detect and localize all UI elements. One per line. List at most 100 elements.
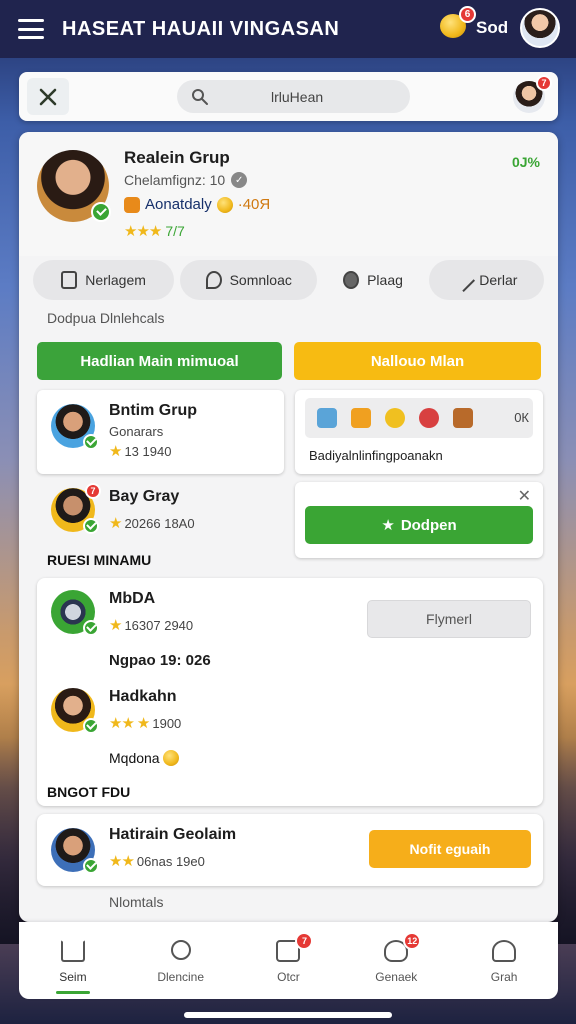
tab-bar: Nerlagem Somnloac Plaag Derlar bbox=[19, 256, 558, 304]
member-name: Hadkahn bbox=[109, 688, 177, 705]
section-heading: BNGOT FDU bbox=[47, 784, 131, 800]
nav-label: Grah bbox=[490, 969, 518, 984]
primary-button[interactable]: Hadlian Main mimuoal bbox=[37, 342, 282, 380]
accept-card: ✕ ★ Dodpen bbox=[295, 482, 543, 558]
coins-button[interactable]: 6 bbox=[440, 6, 476, 40]
member-meta-text: 1900 bbox=[152, 715, 182, 731]
tab-label: Somnloac bbox=[229, 272, 292, 288]
location-text: Aonatdaly bbox=[145, 196, 212, 213]
search-avatar[interactable]: 7 bbox=[513, 75, 552, 113]
card-meta: ★ 20266 18A0 bbox=[109, 514, 195, 532]
online-icon bbox=[91, 202, 111, 222]
pen-icon bbox=[451, 267, 476, 293]
user-label: Sod bbox=[476, 18, 509, 37]
feature-icons bbox=[305, 398, 533, 438]
group-card-1[interactable]: Bntim Grup Gonarars ★ 13 1940 bbox=[37, 390, 284, 474]
coin-icon bbox=[162, 750, 179, 766]
star-icon: ★ bbox=[109, 443, 122, 460]
nav-friends[interactable]: Dlencine bbox=[136, 938, 226, 984]
fruit-icon bbox=[419, 408, 439, 428]
member-action-button[interactable]: Flymerl bbox=[367, 600, 531, 638]
nav-badge: 7 bbox=[295, 931, 314, 950]
stars-icon: ★★ bbox=[109, 853, 135, 870]
stars-icon: ★★★ bbox=[124, 223, 162, 240]
coin-badge: 6 bbox=[459, 6, 476, 23]
home-icon bbox=[59, 938, 87, 964]
member-subtext: Ngpao 19: 026 bbox=[109, 652, 211, 669]
group-card-last[interactable]: Hatirain Geolaim ★★ 06nas 19e0 Nofit egua… bbox=[37, 814, 543, 886]
calculator-icon bbox=[317, 408, 337, 428]
app-title: HASEAT HAUAII VINGASAN bbox=[62, 17, 340, 40]
top-avatar[interactable] bbox=[520, 8, 560, 48]
online-icon bbox=[83, 718, 99, 734]
nav-profile[interactable]: Grah bbox=[459, 938, 549, 984]
nav-home[interactable]: Seim bbox=[28, 938, 118, 994]
tab-plaag[interactable]: Plaag bbox=[323, 260, 422, 300]
dismiss-icon[interactable]: ✕ bbox=[518, 486, 531, 506]
active-indicator bbox=[55, 990, 90, 994]
profile-subtitle-text: Chelamfignz: 10 bbox=[124, 172, 226, 188]
lock-icon bbox=[61, 271, 78, 289]
coin-icon bbox=[216, 196, 233, 213]
profile-avatar[interactable] bbox=[37, 150, 111, 222]
group-card-2[interactable]: 7 Bay Gray ★ 20266 18A0 bbox=[37, 482, 284, 552]
nav-chat[interactable]: 7 Otcr bbox=[243, 931, 333, 984]
search-input[interactable]: lrluHean bbox=[177, 80, 410, 113]
basket-icon bbox=[351, 408, 371, 428]
profile-card: Realein Grup Chelamfignz: 10 ✓ Aonatdaly… bbox=[19, 132, 558, 256]
profile-rating: ★★★ 7/7 bbox=[124, 222, 185, 240]
avatar-badge: 7 bbox=[536, 75, 552, 91]
tab-somnloac[interactable]: Somnloac bbox=[180, 260, 318, 300]
box-icon bbox=[453, 408, 473, 428]
home-indicator[interactable] bbox=[184, 1012, 392, 1018]
coin-icon bbox=[385, 408, 405, 428]
accept-label: Dodpen bbox=[400, 516, 457, 534]
tab-label: Nerlagem bbox=[85, 272, 146, 288]
avatar bbox=[51, 404, 99, 450]
pin-icon bbox=[343, 271, 360, 289]
bottom-nav: Seim Dlencine 7 Otcr 12 Genaek Grah bbox=[19, 922, 558, 999]
online-icon bbox=[83, 434, 99, 450]
chat-icon bbox=[205, 271, 222, 289]
profile-icon bbox=[490, 938, 518, 964]
profile-subtitle: Chelamfignz: 10 ✓ bbox=[124, 172, 248, 188]
menu-icon[interactable] bbox=[18, 19, 44, 39]
avatar: 7 bbox=[51, 483, 101, 534]
profile-count: 0J% bbox=[511, 154, 540, 170]
member-subtext-text: Mqdona bbox=[109, 750, 160, 766]
avatar bbox=[51, 590, 99, 636]
profile-name: Realein Grup bbox=[124, 148, 230, 167]
secondary-button[interactable]: Nallouo Mlan bbox=[294, 342, 541, 380]
tab-derlar[interactable]: Derlar bbox=[428, 260, 544, 300]
rating-text: 7/7 bbox=[165, 223, 185, 239]
card-meta: ★★ 06nas 19e0 bbox=[109, 852, 205, 870]
search-bar: lrluHean 7 bbox=[19, 72, 558, 121]
online-icon bbox=[83, 620, 99, 636]
star-icon: ★ bbox=[109, 617, 122, 634]
member-meta-text: 16307 2940 bbox=[124, 617, 194, 633]
card-meta: ★ 13 1940 bbox=[109, 442, 171, 460]
feature-caption: Badiyalnlinfingpoanakn bbox=[309, 448, 443, 463]
star-icon: ★ bbox=[136, 715, 150, 732]
online-icon bbox=[83, 858, 99, 874]
accept-button[interactable]: ★ Dodpen bbox=[305, 506, 533, 544]
tab-label: Plaag bbox=[367, 272, 403, 288]
gift-icon bbox=[124, 196, 140, 213]
card-name: Hatirain Geolaim bbox=[109, 826, 237, 843]
location-value: ·40Я bbox=[237, 196, 271, 213]
avatar-badge: 7 bbox=[85, 483, 101, 499]
member-subtext: Mqdona bbox=[109, 750, 179, 766]
tab-label: Derlar bbox=[479, 272, 518, 288]
close-button[interactable] bbox=[27, 78, 69, 115]
nav-group[interactable]: 12 Genaek bbox=[351, 931, 441, 984]
tab-nerlagem[interactable]: Nerlagem bbox=[33, 260, 175, 300]
feature-card[interactable]: 0К Badiyalnlinfingpoanakn bbox=[295, 390, 543, 474]
nav-badge: 12 bbox=[403, 931, 422, 950]
avatar bbox=[51, 828, 99, 874]
feature-count: 0К bbox=[514, 410, 529, 425]
nav-label: Dlencine bbox=[157, 969, 205, 984]
card-name: Bay Gray bbox=[109, 488, 180, 505]
member-meta: ★ 16307 2940 bbox=[109, 616, 193, 634]
card-meta-text: 06nas 19e0 bbox=[136, 853, 205, 869]
action-button[interactable]: Nofit eguaih bbox=[369, 830, 531, 868]
